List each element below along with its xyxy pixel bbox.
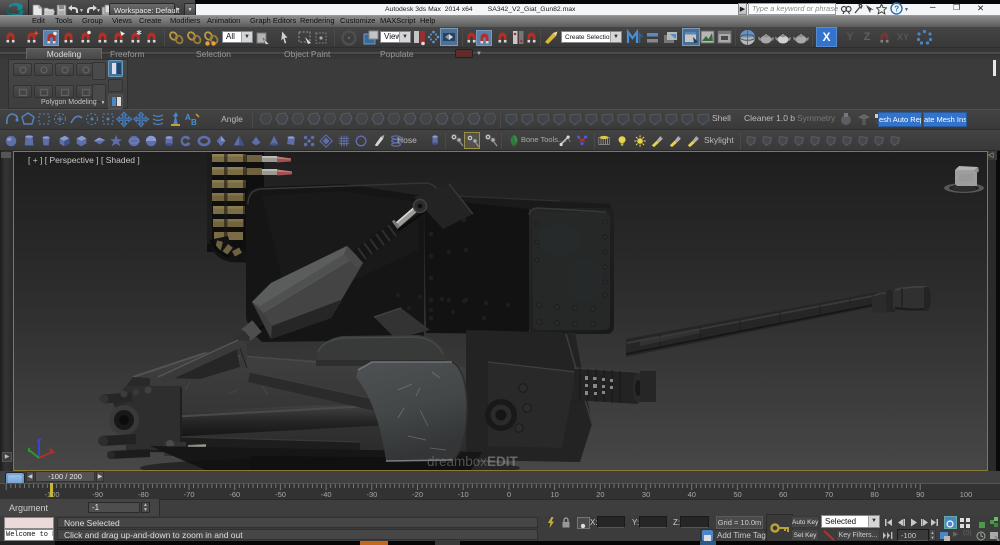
svg-text:-80: -80	[138, 490, 149, 499]
svg-text:-20: -20	[412, 490, 423, 499]
svg-text:B: B	[191, 118, 197, 127]
svg-text:70: 70	[825, 490, 833, 499]
svg-text:-40: -40	[321, 490, 332, 499]
svg-text:dreamboxEDIT: dreamboxEDIT	[427, 454, 519, 469]
svg-text:60: 60	[779, 490, 787, 499]
svg-text:-30: -30	[366, 490, 377, 499]
svg-text:10: 10	[551, 490, 559, 499]
svg-text:-10: -10	[458, 490, 469, 499]
svg-text:?: ?	[894, 5, 899, 14]
svg-text:-90: -90	[92, 490, 103, 499]
svg-text:-60: -60	[229, 490, 240, 499]
svg-text:40: 40	[688, 490, 696, 499]
svg-text:20: 20	[596, 490, 604, 499]
svg-text:100: 100	[960, 490, 973, 499]
svg-text:-70: -70	[184, 490, 195, 499]
svg-text:0: 0	[507, 490, 511, 499]
svg-text:30: 30	[642, 490, 650, 499]
svg-text:-50: -50	[275, 490, 286, 499]
svg-text:90: 90	[916, 490, 924, 499]
svg-text:50: 50	[733, 490, 741, 499]
svg-text:80: 80	[870, 490, 878, 499]
